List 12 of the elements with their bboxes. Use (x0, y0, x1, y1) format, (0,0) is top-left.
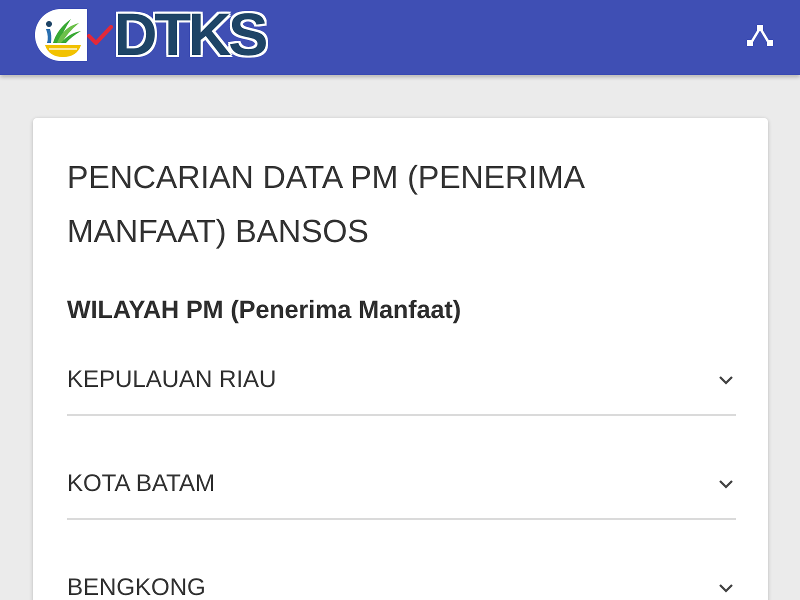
check-icon (87, 24, 113, 46)
chevron-down-icon (718, 375, 734, 385)
dropdown-field[interactable]: KOTA BATAM (67, 456, 736, 520)
dropdown-field[interactable]: KEPULAUAN RIAU (67, 352, 736, 416)
dropdown-field[interactable]: BENGKONG (67, 560, 736, 600)
section-label: WILAYAH PM (Penerima Manfaat) (67, 295, 462, 325)
logo-text: DTKS (114, 6, 267, 62)
card-title: PENCARIAN DATA PM (PENERIMA MANFAAT) BANSOS (67, 158, 585, 251)
nodes-icon (746, 24, 774, 48)
chevron-down-icon (718, 479, 734, 489)
emblem-icon (35, 8, 87, 60)
chevron-down-icon (718, 583, 734, 593)
